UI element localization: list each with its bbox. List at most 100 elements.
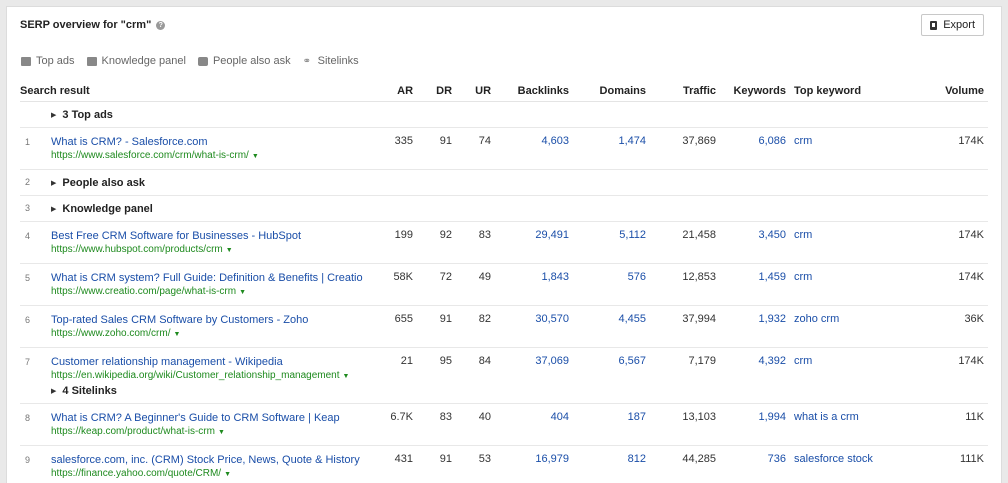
table-row: 5 What is CRM system? Full Guide: Definit… [20, 263, 989, 306]
domains-link[interactable]: 187 [628, 411, 646, 423]
filter-top-ads[interactable]: Top ads [21, 55, 75, 67]
result-url[interactable]: https://keap.com/product/what-is-crm ▼ [51, 425, 381, 439]
top-keyword-link[interactable]: crm [794, 355, 812, 367]
page-title: SERP overview for "crm" ? [20, 19, 166, 31]
col-backlinks[interactable]: Backlinks [495, 81, 574, 102]
backlinks-link[interactable]: 16,979 [535, 453, 569, 465]
chevron-down-icon[interactable]: ▼ [224, 471, 231, 478]
group-row-top-ads[interactable]: ▶ 3 Top ads [20, 101, 989, 128]
result-url[interactable]: https://www.salesforce.com/crm/what-is-c… [51, 149, 381, 163]
ar-value: 58K [393, 271, 414, 283]
result-url[interactable]: https://www.hubspot.com/products/crm ▼ [51, 243, 381, 257]
chevron-down-icon[interactable]: ▼ [218, 429, 225, 436]
table-row: 4 Best Free CRM Software for Businesses -… [20, 221, 989, 264]
top-keyword-link[interactable]: crm [794, 135, 812, 147]
help-icon[interactable]: ? [156, 20, 166, 30]
result-title-link[interactable]: Top-rated Sales CRM Software by Customer… [51, 313, 381, 327]
serp-feature-filters: Top ads Knowledge panel People also ask … [21, 55, 359, 67]
ur-value: 74 [478, 135, 492, 147]
chat-icon [197, 56, 208, 66]
chevron-down-icon[interactable]: ▼ [252, 153, 259, 160]
expand-triangle-icon[interactable]: ▶ [51, 180, 56, 187]
top-keyword-link[interactable]: what is a crm [794, 411, 859, 423]
col-ar[interactable]: AR [385, 81, 418, 102]
table-row: 1 What is CRM? - Salesforce.com https://ww… [20, 127, 989, 170]
filter-knowledge-panel[interactable]: Knowledge panel [86, 55, 186, 67]
expand-triangle-icon[interactable]: ▶ [51, 112, 56, 119]
chevron-down-icon[interactable]: ▼ [173, 331, 180, 338]
col-volume[interactable]: Volume [893, 81, 989, 102]
group-row-knowledge-panel[interactable]: 3 ▶ Knowledge panel [20, 195, 989, 222]
col-domains[interactable]: Domains [573, 81, 651, 102]
chevron-down-icon[interactable]: ▼ [342, 373, 349, 380]
keywords-link[interactable]: 1,932 [758, 313, 786, 325]
traffic-value: 37,869 [682, 135, 717, 147]
group-row-people-also-ask[interactable]: 2 ▶ People also ask [20, 169, 989, 196]
ar-value: 21 [400, 355, 414, 367]
col-keywords[interactable]: Keywords [720, 81, 791, 102]
result-title-link[interactable]: What is CRM system? Full Guide: Definiti… [51, 271, 381, 285]
result-url[interactable]: https://finance.yahoo.com/quote/CRM/▼ [51, 467, 381, 481]
result-title-link[interactable]: salesforce.com, inc. (CRM) Stock Price, … [51, 453, 381, 467]
keywords-link[interactable]: 736 [768, 453, 786, 465]
backlinks-link[interactable]: 29,491 [535, 229, 569, 241]
volume-value: 36K [964, 313, 985, 325]
volume-value: 174K [958, 355, 985, 367]
result-url-text: https://www.salesforce.com/crm/what-is-c… [51, 150, 249, 161]
domains-link[interactable]: 6,567 [618, 355, 646, 367]
backlinks-link[interactable]: 1,843 [541, 271, 569, 283]
position: 8 [20, 403, 47, 446]
col-top-keyword[interactable]: Top keyword [790, 81, 894, 102]
domains-link[interactable]: 576 [628, 271, 646, 283]
filter-label: Knowledge panel [101, 55, 186, 67]
chevron-down-icon[interactable]: ▼ [239, 289, 246, 296]
traffic-value: 13,103 [682, 411, 717, 423]
result-title-link[interactable]: Best Free CRM Software for Businesses - … [51, 229, 381, 243]
domains-link[interactable]: 4,455 [618, 313, 646, 325]
ar-value: 199 [394, 229, 414, 241]
backlinks-link[interactable]: 404 [551, 411, 569, 423]
domains-link[interactable]: 5,112 [619, 229, 646, 241]
top-keyword-link[interactable]: zoho crm [794, 313, 839, 325]
col-dr[interactable]: DR [417, 81, 457, 102]
backlinks-link[interactable]: 4,603 [541, 135, 569, 147]
filter-people-also-ask[interactable]: People also ask [197, 55, 291, 67]
group-row-sitelinks[interactable]: ▶ 4 Sitelinks [20, 383, 989, 404]
backlinks-link[interactable]: 37,069 [535, 355, 569, 367]
expand-triangle-icon[interactable]: ▶ [51, 388, 56, 395]
result-title-link[interactable]: What is CRM? - Salesforce.com [51, 135, 381, 149]
keywords-link[interactable]: 1,459 [758, 271, 786, 283]
result-url[interactable]: https://www.creatio.com/page/what-is-crm… [51, 285, 381, 299]
result-url[interactable]: https://www.zoho.com/crm/▼ [51, 327, 381, 341]
ur-value: 53 [478, 453, 492, 465]
top-keyword-link[interactable]: crm [794, 229, 812, 241]
search-result-cell: Customer relationship management - Wikip… [47, 348, 385, 384]
keywords-link[interactable]: 6,086 [758, 135, 786, 147]
col-ur[interactable]: UR [456, 81, 496, 102]
expand-triangle-icon[interactable]: ▶ [51, 206, 56, 213]
top-keyword-link[interactable]: crm [794, 271, 812, 283]
keywords-link[interactable]: 1,994 [758, 411, 786, 423]
top-keyword-link[interactable]: salesforce stock [794, 453, 873, 465]
backlinks-link[interactable]: 30,570 [535, 313, 569, 325]
group-label: 4 Sitelinks [62, 385, 117, 397]
chevron-down-icon[interactable]: ▼ [226, 247, 233, 254]
traffic-value: 7,179 [688, 355, 717, 367]
col-traffic[interactable]: Traffic [650, 81, 721, 102]
position: 1 [20, 127, 47, 170]
domains-link[interactable]: 1,474 [618, 135, 646, 147]
result-url[interactable]: https://en.wikipedia.org/wiki/Customer_r… [51, 369, 381, 383]
keywords-link[interactable]: 3,450 [758, 229, 786, 241]
group-label: Knowledge panel [62, 203, 153, 215]
result-title-link[interactable]: What is CRM? A Beginner's Guide to CRM S… [51, 411, 381, 425]
table-row: 7 Customer relationship management - Wiki… [20, 348, 988, 384]
result-title-link[interactable]: Customer relationship management - Wikip… [51, 355, 381, 369]
page-title-text: SERP overview for "crm" [20, 19, 152, 31]
domains-link[interactable]: 812 [628, 453, 646, 465]
col-search-result[interactable]: Search result [20, 81, 386, 102]
export-button[interactable]: Export [921, 14, 984, 36]
keywords-link[interactable]: 4,392 [758, 355, 786, 367]
result-url-text: https://keap.com/product/what-is-crm [51, 426, 215, 437]
filter-sitelinks[interactable]: ⚭ Sitelinks [303, 55, 359, 67]
dr-value: 83 [439, 411, 453, 423]
